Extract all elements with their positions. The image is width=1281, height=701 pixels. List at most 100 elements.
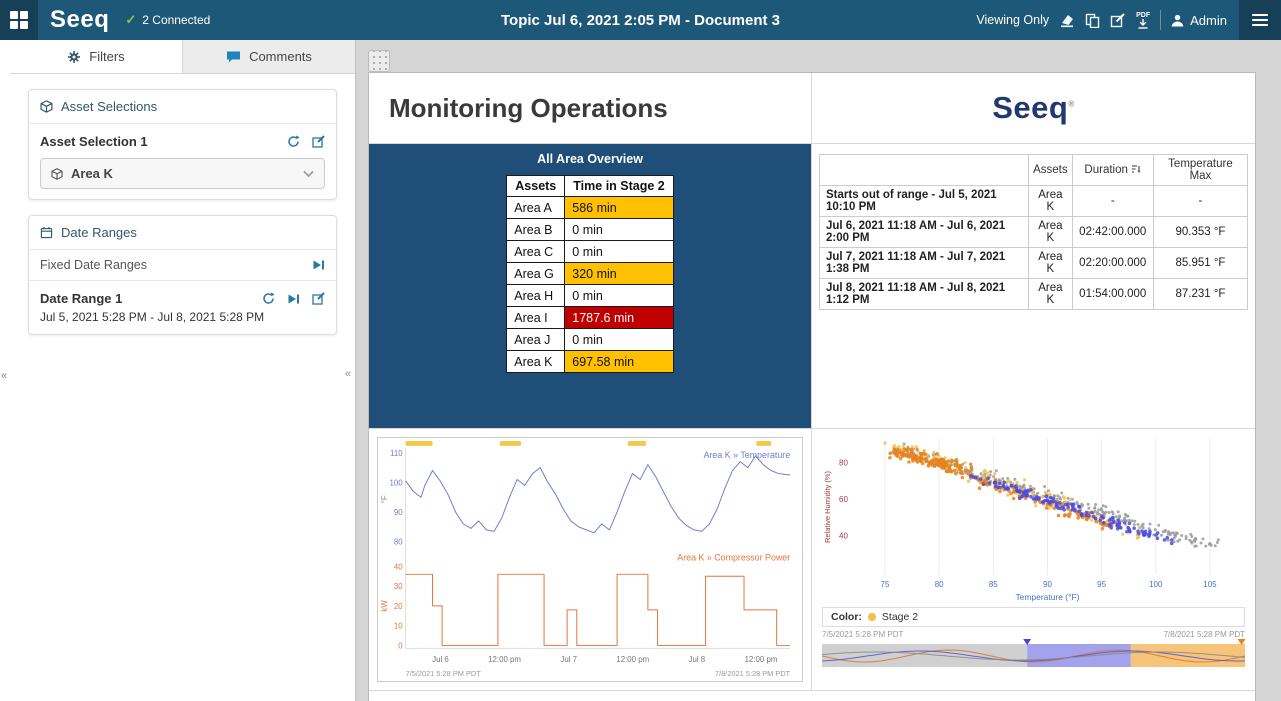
- svg-text:95: 95: [1097, 580, 1106, 589]
- svg-text:kW: kW: [380, 600, 389, 612]
- user-menu[interactable]: Admin: [1171, 13, 1227, 28]
- svg-text:Jul 8: Jul 8: [689, 655, 706, 664]
- asset-cube-icon: [40, 100, 53, 113]
- edit-icon[interactable]: [312, 135, 325, 148]
- svg-text:12:00 pm: 12:00 pm: [488, 655, 521, 664]
- report-sheet: Monitoring Operations Seeq® All Area Ove…: [368, 72, 1256, 701]
- comment-icon: [226, 50, 241, 63]
- svg-text:100: 100: [1149, 580, 1163, 589]
- tab-filters[interactable]: Filters: [10, 40, 183, 73]
- fixed-date-ranges-label: Fixed Date Ranges: [40, 258, 147, 272]
- asset-selection-dropdown[interactable]: Area K: [40, 158, 325, 189]
- drag-handle[interactable]: [368, 50, 390, 72]
- overview-row: Area H0 min: [507, 285, 673, 307]
- timeline-range-labels: 7/5/2021 5:28 PM PDT 7/8/2021 5:28 PM PD…: [822, 630, 1245, 639]
- user-icon: [1171, 14, 1184, 27]
- asset-selections-header: Asset Selections: [29, 90, 336, 124]
- date-range-1-value: Jul 5, 2021 5:28 PM - Jul 8, 2021 5:28 P…: [40, 310, 325, 324]
- step-to-end-icon[interactable]: [287, 293, 300, 305]
- capsule-col-blank: [820, 155, 1029, 186]
- overview-row: Area A586 min: [507, 197, 673, 219]
- pdf-export-icon[interactable]: PDF: [1136, 12, 1150, 29]
- timeline-start-label: 7/5/2021 5:28 PM PDT: [822, 630, 903, 639]
- fixed-date-ranges-row: Fixed Date Ranges: [29, 250, 336, 281]
- capsule-row: Jul 6, 2021 11:18 AM - Jul 6, 2021 2:00 …: [820, 217, 1248, 248]
- tab-comments[interactable]: Comments: [183, 40, 355, 73]
- svg-text:Relative Humidity (%): Relative Humidity (%): [823, 470, 832, 543]
- overview-row: Area B0 min: [507, 219, 673, 241]
- capsule-table: Assets Duration Temperature Max Starts o…: [819, 154, 1248, 310]
- svg-text:90: 90: [1043, 580, 1052, 589]
- date-ranges-title: Date Ranges: [61, 225, 137, 240]
- refresh-icon[interactable]: [287, 135, 300, 148]
- svg-text:80: 80: [935, 580, 944, 589]
- svg-text:100: 100: [390, 478, 404, 487]
- svg-text:20: 20: [394, 602, 403, 611]
- collapse-sidebar-chevron-icon[interactable]: «: [345, 368, 351, 380]
- overview-col-assets: Assets: [507, 176, 565, 197]
- svg-text:10: 10: [394, 622, 403, 631]
- app-launcher-button[interactable]: [0, 0, 38, 40]
- asset-selections-card: Asset Selections Asset Selection 1 Area …: [28, 89, 337, 200]
- topbar-divider: [1160, 10, 1161, 30]
- scatter-chart-cell: 7580859095100105806040Temperature (°F)Re…: [812, 429, 1255, 691]
- user-label: Admin: [1190, 13, 1227, 28]
- edit-icon[interactable]: [312, 292, 325, 305]
- cube-icon: [51, 168, 63, 180]
- svg-text:75: 75: [881, 580, 890, 589]
- svg-text:Temperature (°F): Temperature (°F): [1015, 592, 1079, 602]
- scatter-color-legend: Color: Stage 2: [822, 607, 1245, 627]
- sidebar-tabs: Filters Comments: [10, 40, 355, 74]
- capsule-col-assets: Assets: [1029, 155, 1073, 186]
- scatter-chart: 7580859095100105806040Temperature (°F)Re…: [822, 437, 1245, 603]
- trend-chart: 1101009080403020100°FkWJul 612:00 pmJul …: [378, 438, 802, 681]
- svg-text:90: 90: [394, 508, 403, 517]
- overview-header: All Area Overview: [369, 152, 811, 166]
- step-to-end-icon[interactable]: [312, 259, 325, 271]
- capsule-col-temperature-max: Temperature Max: [1153, 155, 1247, 186]
- check-icon: ✓: [125, 12, 136, 28]
- overview-row: Area K697.58 min: [507, 351, 673, 373]
- svg-text:12:00 pm: 12:00 pm: [616, 655, 649, 664]
- stage2-legend-label: Stage 2: [882, 611, 918, 623]
- overview-table: Assets Time in Stage 2 Area A586 minArea…: [506, 175, 673, 373]
- svg-text:Area K » Compressor Power: Area K » Compressor Power: [677, 552, 790, 562]
- connection-status[interactable]: ✓ 2 Connected: [125, 12, 210, 28]
- present-mode-icon[interactable]: [1059, 13, 1075, 28]
- tab-comments-label: Comments: [249, 49, 312, 64]
- trend-chart-box: 1101009080403020100°FkWJul 612:00 pmJul …: [377, 437, 803, 682]
- viewing-only-label: Viewing Only: [976, 13, 1049, 27]
- svg-text:30: 30: [394, 582, 403, 591]
- edit-document-icon[interactable]: [1110, 13, 1126, 28]
- date-ranges-header: Date Ranges: [29, 216, 336, 250]
- timeline-strip[interactable]: [822, 639, 1245, 669]
- topic-document-title: Topic Jul 6, 2021 2:05 PM - Document 3: [501, 12, 780, 29]
- tab-filters-label: Filters: [89, 49, 124, 64]
- duplicate-icon[interactable]: [1085, 13, 1100, 28]
- svg-text:0: 0: [398, 641, 403, 650]
- hamburger-menu-button[interactable]: [1239, 0, 1281, 40]
- svg-text:40: 40: [394, 562, 403, 571]
- topic-sidebar: Filters Comments Asset Selections Asset …: [10, 40, 356, 701]
- document-canvas: Monitoring Operations Seeq® All Area Ove…: [356, 40, 1281, 701]
- connection-label: 2 Connected: [142, 13, 210, 27]
- collapse-left-chevron-icon[interactable]: «: [1, 370, 7, 382]
- asset-selection-1-label: Asset Selection 1: [40, 134, 148, 149]
- overview-col-time: Time in Stage 2: [565, 176, 673, 197]
- report-title: Monitoring Operations: [369, 93, 668, 124]
- svg-text:110: 110: [390, 449, 403, 458]
- capsule-col-duration[interactable]: Duration: [1072, 155, 1153, 186]
- seeq-logo[interactable]: Seeq: [50, 6, 109, 34]
- asset-selections-title: Asset Selections: [61, 99, 157, 114]
- date-range-1-label: Date Range 1: [40, 291, 122, 306]
- left-edge-strip: «: [0, 40, 10, 701]
- svg-text:85: 85: [989, 580, 998, 589]
- refresh-icon[interactable]: [262, 292, 275, 305]
- svg-text:°F: °F: [380, 495, 389, 503]
- asset-selection-value: Area K: [71, 166, 113, 181]
- svg-text:7/8/2021 5:28 PM PDT: 7/8/2021 5:28 PM PDT: [715, 669, 791, 678]
- capsule-row: Jul 7, 2021 11:18 AM - Jul 7, 2021 1:38 …: [820, 248, 1248, 279]
- svg-text:12:00 pm: 12:00 pm: [745, 655, 778, 664]
- pdf-label: PDF: [1136, 12, 1150, 19]
- timeline-end-label: 7/8/2021 5:28 PM PDT: [1164, 630, 1245, 639]
